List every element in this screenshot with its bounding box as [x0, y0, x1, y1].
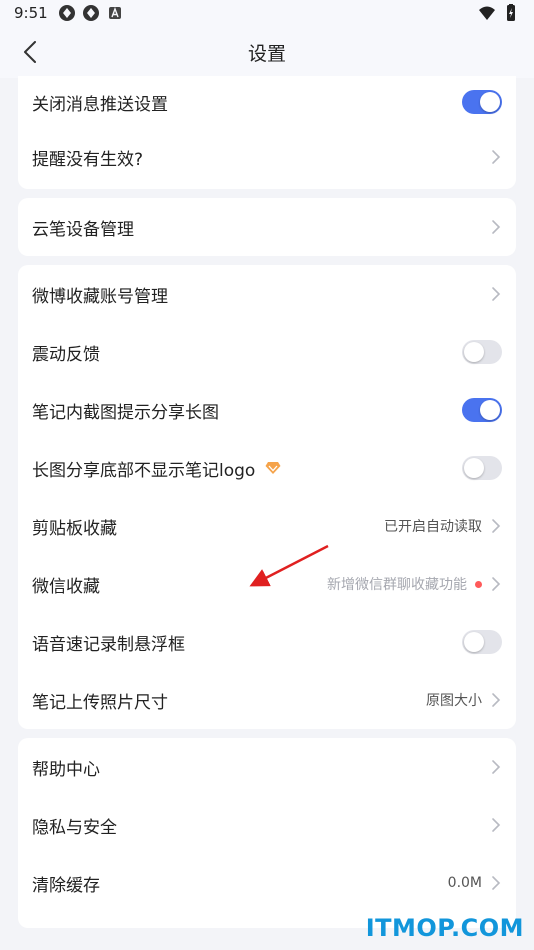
row-label: 提醒没有生效?: [32, 149, 144, 170]
chevron-right-icon: [492, 577, 501, 591]
notification-a-icon: [108, 7, 121, 19]
chevron-right-icon: [492, 150, 501, 164]
row-label: 剪贴板收藏: [32, 518, 117, 539]
row-label: 清除缓存: [32, 875, 100, 896]
row-label: 隐私与安全: [32, 817, 117, 838]
top-bar: 设置: [0, 26, 534, 78]
row-label: 微博收藏账号管理: [32, 286, 168, 307]
battery-icon: [507, 4, 515, 21]
clipboard-status: 已开启自动读取: [384, 519, 482, 535]
chevron-right-icon: [492, 876, 501, 890]
row-label: 笔记内截图提示分享长图: [32, 402, 219, 423]
settings-card-notifications: 关闭消息推送设置 提醒没有生效?: [18, 76, 516, 189]
chevron-right-icon: [492, 220, 501, 234]
row-label: 云笔设备管理: [32, 219, 134, 240]
push-toggle[interactable]: [462, 90, 502, 114]
row-label: 关闭消息推送设置: [32, 94, 168, 115]
notification-app-icon: [82, 5, 99, 21]
settings-card-pen: 云笔设备管理: [18, 198, 516, 256]
settings-row-weibo[interactable]: 微博收藏账号管理: [18, 265, 516, 323]
row-label: 震动反馈: [32, 344, 100, 365]
row-label: 笔记上传照片尺寸: [32, 692, 168, 713]
row-label: 微信收藏: [32, 576, 100, 597]
settings-row-vibration[interactable]: 震动反馈: [18, 323, 516, 381]
settings-card-general: 微博收藏账号管理 震动反馈 笔记内截图提示分享长图 长图分享底部不显示笔记log…: [18, 265, 516, 729]
notification-app-icon: [58, 5, 75, 21]
cache-size-value: 0.0M: [447, 875, 482, 891]
settings-card-support: 帮助中心 隐私与安全 清除缓存 0.0M: [18, 738, 516, 928]
settings-row-clear-cache[interactable]: 清除缓存 0.0M: [18, 854, 516, 912]
settings-row-voice-float[interactable]: 语音速记录制悬浮框: [18, 613, 516, 671]
chevron-right-icon: [492, 287, 501, 301]
voice-float-toggle[interactable]: [462, 630, 502, 654]
settings-row-clipboard[interactable]: 剪贴板收藏 已开启自动读取: [18, 497, 516, 555]
page-title: 设置: [247, 43, 286, 65]
status-time: 9:51: [14, 4, 48, 22]
settings-row-photo-size[interactable]: 笔记上传照片尺寸 原图大小: [18, 671, 516, 729]
wechat-hint: 新增微信群聊收藏功能: [327, 577, 467, 593]
photo-size-value: 原图大小: [426, 693, 482, 709]
vibration-toggle[interactable]: [462, 340, 502, 364]
settings-row-reminder[interactable]: 提醒没有生效?: [18, 128, 516, 186]
settings-row-push[interactable]: 关闭消息推送设置: [18, 76, 516, 128]
wifi-icon: [479, 6, 495, 20]
share-long-image-toggle[interactable]: [462, 398, 502, 422]
settings-row-pen-devices[interactable]: 云笔设备管理: [18, 198, 516, 256]
row-label: 长图分享底部不显示笔记logo: [32, 460, 256, 481]
settings-row-privacy[interactable]: 隐私与安全: [18, 796, 516, 854]
row-label: 帮助中心: [32, 759, 100, 780]
new-badge-dot: [475, 580, 482, 588]
chevron-right-icon: [492, 760, 501, 774]
chevron-right-icon: [492, 818, 501, 832]
chevron-right-icon: [492, 519, 501, 533]
status-bar: 9:51: [0, 0, 534, 26]
row-label: 语音速记录制悬浮框: [32, 634, 185, 655]
chevron-right-icon: [492, 693, 501, 707]
hide-logo-toggle[interactable]: [462, 456, 502, 480]
settings-row-help[interactable]: 帮助中心: [18, 738, 516, 796]
settings-row-wechat[interactable]: 微信收藏 新增微信群聊收藏功能: [18, 555, 516, 613]
watermark: ITMOP.COM: [365, 914, 524, 942]
settings-row-share-long-image[interactable]: 笔记内截图提示分享长图: [18, 381, 516, 439]
settings-row-hide-logo[interactable]: 长图分享底部不显示笔记logo: [18, 439, 516, 497]
vip-diamond-icon: [265, 462, 281, 474]
